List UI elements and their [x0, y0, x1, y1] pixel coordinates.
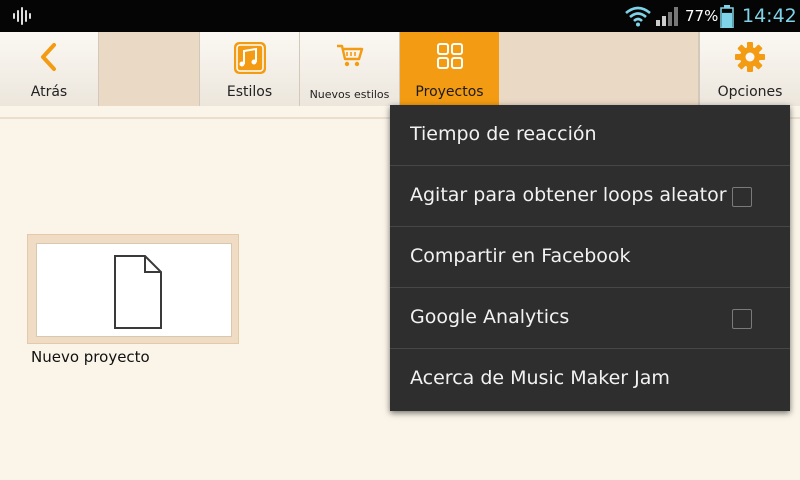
menu-item-label: Tiempo de reacción	[410, 123, 597, 145]
menu-item-label: Agitar para obtener loops aleatorios	[410, 184, 728, 206]
battery-icon	[720, 5, 734, 28]
gear-icon	[735, 42, 765, 72]
toolbar-spacer	[99, 32, 200, 106]
styles-button[interactable]: Estilos	[200, 32, 300, 106]
status-bar: 77% 14:42	[0, 0, 800, 32]
wifi-icon	[625, 6, 651, 27]
new-styles-button[interactable]: Nuevos estilos	[300, 32, 400, 106]
menu-item-share-facebook[interactable]: Compartir en Facebook	[390, 227, 790, 288]
styles-label: Estilos	[226, 84, 273, 100]
menu-item-about[interactable]: Acerca de Music Maker Jam	[390, 349, 790, 410]
menu-item-shake-loops[interactable]: Agitar para obtener loops aleatorios	[390, 166, 790, 227]
menu-item-label: Compartir en Facebook	[410, 245, 631, 267]
options-label: Opciones	[717, 84, 783, 100]
chevron-left-icon	[41, 43, 56, 71]
toolbar-spacer-2	[499, 32, 699, 106]
new-project-card[interactable]	[27, 234, 239, 344]
back-button[interactable]: Atrás	[0, 32, 99, 106]
new-styles-label: Nuevos estilos	[309, 88, 390, 101]
menu-item-reaction-time[interactable]: Tiempo de reacción	[390, 105, 790, 166]
options-menu: Tiempo de reacción Agitar para obtener l…	[390, 105, 790, 411]
shopping-cart-icon	[336, 44, 363, 67]
projects-tab[interactable]: Proyectos	[400, 32, 499, 106]
back-label: Atrás	[30, 84, 68, 100]
options-button[interactable]: Opciones	[699, 32, 800, 106]
menu-item-google-analytics[interactable]: Google Analytics	[390, 288, 790, 349]
grid-icon	[436, 43, 463, 69]
clock: 14:42	[742, 5, 797, 27]
toolbar: Atrás Estilos Nuevos estilos Proyectos O…	[0, 32, 800, 106]
menu-item-label: Google Analytics	[410, 306, 570, 328]
google-analytics-checkbox[interactable]	[732, 309, 752, 329]
shake-loops-checkbox[interactable]	[732, 187, 752, 207]
document-icon	[114, 255, 162, 329]
signal-icon	[656, 7, 678, 26]
sound-wave-icon	[13, 7, 31, 25]
project-thumbnail[interactable]	[36, 243, 232, 337]
battery-percent: 77%	[685, 7, 719, 25]
menu-item-label: Acerca de Music Maker Jam	[410, 367, 670, 389]
projects-label: Proyectos	[415, 84, 484, 100]
project-label: Nuevo proyecto	[31, 348, 150, 366]
music-notes-icon	[233, 42, 266, 74]
